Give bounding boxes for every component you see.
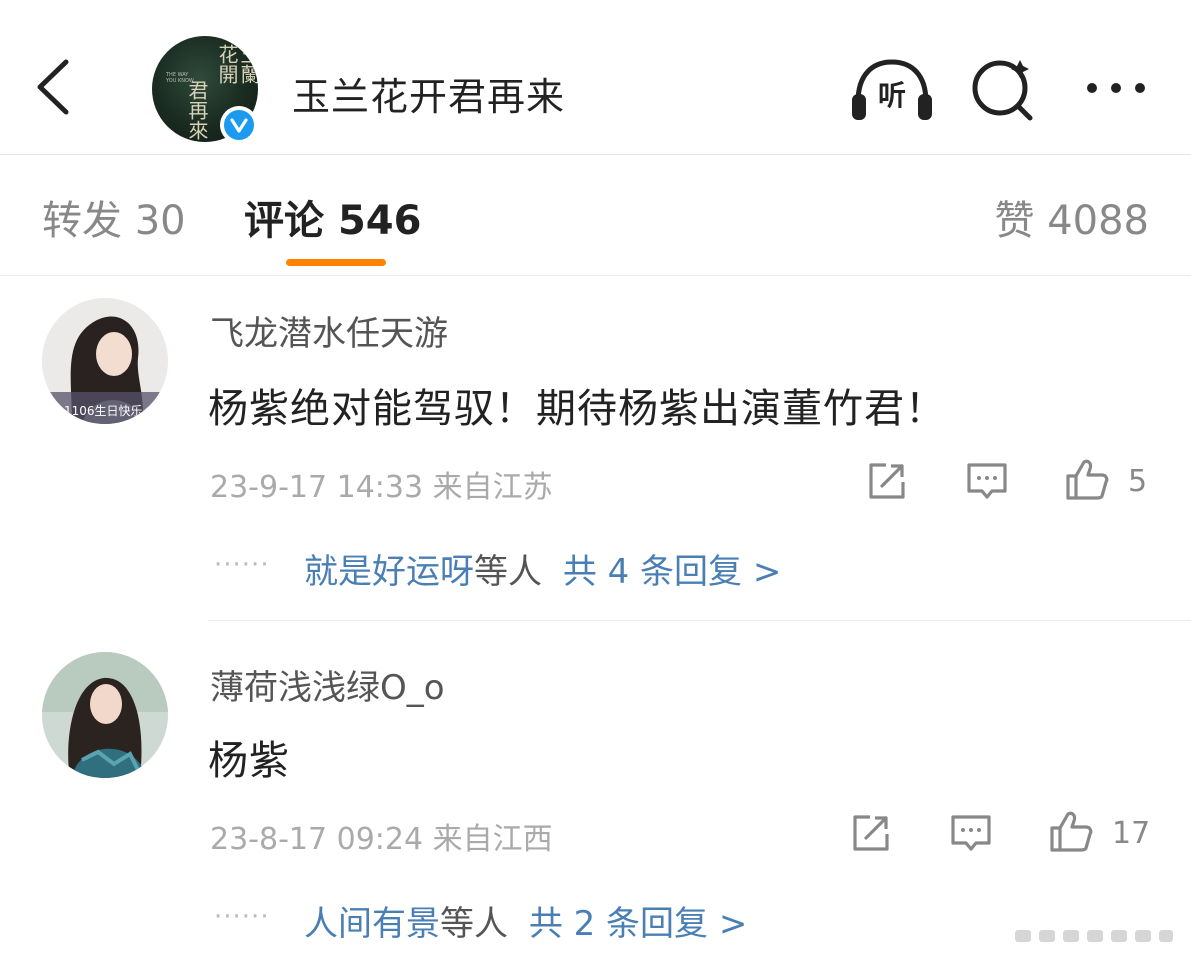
watermark-logo <box>1015 930 1173 942</box>
avatar-calligraphy-2: 君再來 <box>185 80 209 140</box>
search-icon <box>972 60 1033 121</box>
tab-comment[interactable]: 评论 546 <box>244 188 421 246</box>
tab-repost-label: 转发 <box>42 198 122 244</box>
comment-meta: 23-9-17 14:33 来自江苏 <box>210 462 553 506</box>
reply-suffix: 等人 <box>440 904 508 944</box>
back-button[interactable] <box>30 52 80 122</box>
reply-button[interactable] <box>964 458 1010 504</box>
tab-like-label: 赞 <box>994 198 1035 244</box>
share-icon <box>869 463 905 499</box>
like-button[interactable] <box>1064 456 1110 502</box>
listen-button[interactable]: 听 <box>848 56 938 126</box>
page-title: 玉兰花开君再来 <box>292 75 566 119</box>
listen-label: 听 <box>877 79 906 112</box>
comment-avatar[interactable] <box>42 652 168 778</box>
reply-total: 共 2 条回复 > <box>528 904 748 944</box>
comment-avatar[interactable]: 1106生日快乐 <box>42 298 168 424</box>
thumbs-up-icon <box>1066 459 1109 500</box>
header-divider <box>0 154 1191 155</box>
avatar-caption: 1106生日快乐 <box>64 404 143 418</box>
tab-comment-count: 546 <box>337 198 422 244</box>
share-icon <box>853 815 889 851</box>
more-icon <box>1087 83 1145 93</box>
verified-icon <box>224 110 254 140</box>
tab-like[interactable]: 赞 4088 <box>994 188 1149 246</box>
comment-divider <box>208 620 1191 621</box>
avatar-calligraphy-1: 玉蘭 花開 <box>215 44 258 84</box>
reply-suffix: 等人 <box>474 552 542 592</box>
comment-time: 23-9-17 14:33 <box>210 470 424 505</box>
comment-icon <box>967 463 1007 499</box>
reply-total: 共 4 条回复 > <box>562 552 782 592</box>
verified-badge <box>220 106 258 144</box>
like-button[interactable] <box>1048 808 1094 854</box>
view-replies-link[interactable]: 人间有景等人 共 2 条回复 > <box>304 896 747 945</box>
more-button[interactable] <box>1080 70 1152 106</box>
tab-repost-count: 30 <box>134 198 186 244</box>
tab-repost[interactable]: 转发 30 <box>42 188 186 246</box>
back-arrow-icon <box>37 59 69 115</box>
reply-user: 就是好运呀 <box>304 552 474 592</box>
comment-username[interactable]: 薄荷浅浅绿O_o <box>210 660 445 709</box>
view-replies-link[interactable]: 就是好运呀等人 共 4 条回复 > <box>304 544 781 593</box>
comment-meta: 23-8-17 09:24 来自江西 <box>210 814 553 858</box>
tabs-divider <box>0 275 1191 276</box>
like-count: 5 <box>1128 464 1148 499</box>
reply-dots: ······ <box>214 902 270 932</box>
comment-username[interactable]: 飞龙潜水任天游 <box>210 306 448 355</box>
thumbs-up-icon <box>1050 811 1093 852</box>
tab-like-count: 4088 <box>1047 198 1149 244</box>
comment-location: 来自江西 <box>432 822 553 857</box>
comment-time: 23-8-17 09:24 <box>210 822 424 857</box>
comment-location: 来自江苏 <box>432 470 553 505</box>
comment-text: 杨紫绝对能驾驭！期待杨紫出演董竹君！ <box>208 386 946 432</box>
reply-user: 人间有景 <box>304 904 440 944</box>
share-button[interactable] <box>864 458 910 504</box>
like-count: 17 <box>1112 816 1151 851</box>
share-button[interactable] <box>848 810 894 856</box>
active-tab-indicator <box>286 259 386 266</box>
avatar-small-print: THE WAY YOU KNOW <box>166 72 194 84</box>
comment-text: 杨紫 <box>208 738 290 784</box>
tab-comment-label: 评论 <box>244 198 324 244</box>
reply-dots: ······ <box>214 550 270 580</box>
search-button[interactable] <box>968 52 1040 124</box>
reply-button[interactable] <box>948 810 994 856</box>
comment-icon <box>951 815 991 851</box>
